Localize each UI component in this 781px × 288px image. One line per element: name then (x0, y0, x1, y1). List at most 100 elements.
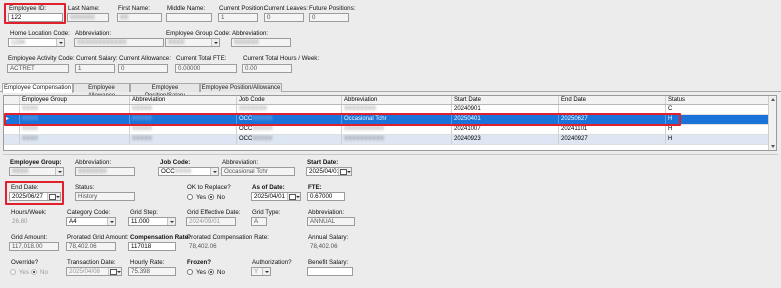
override-yes-radio[interactable] (10, 269, 16, 275)
employee-group-select[interactable]: XXXX (9, 167, 64, 176)
override-yes-label: Yes (19, 269, 30, 276)
override-no-radio[interactable] (31, 269, 37, 275)
column-header[interactable]: Start Date (452, 96, 559, 104)
current-allowance-label: Current Allowance: (119, 55, 171, 62)
ok-to-replace-no-radio[interactable] (208, 194, 214, 200)
home-abbreviation-field: XXXXXXXXXXXX (74, 38, 164, 47)
grid-effective-date-field: 2024/09/01 (186, 217, 236, 226)
chevron-down-icon[interactable] (210, 168, 218, 175)
start-date-label: Start Date: (307, 159, 339, 166)
hours-week-label: Hours/Week: (11, 209, 47, 216)
annual-salary-field: 78,402.06 (310, 243, 338, 250)
activity-code-label: Employee Activity Code: (8, 55, 75, 62)
calendar-icon[interactable] (338, 168, 351, 175)
middle-name-field[interactable] (166, 13, 212, 22)
table-row[interactable]: XXXX XXXXX OCCXXXXX XXXXXXXXXX 20240923 … (4, 135, 770, 145)
column-header[interactable]: Job Code (237, 96, 342, 104)
tab-employee-position-salary[interactable]: Employee Position/Salary (130, 83, 200, 99)
grid-type-field: A (251, 217, 267, 226)
column-header[interactable]: Status (666, 96, 770, 104)
compensation-rate-label: Compensation Rate: (130, 234, 191, 241)
grid-abbreviation-label: Abbreviation: (308, 209, 345, 216)
tab-employee-allowance[interactable]: Employee Allowance (73, 83, 130, 99)
current-total-hours-label: Current Total Hours / Week: (243, 55, 320, 62)
frozen-yes-radio[interactable] (187, 269, 193, 275)
category-code-label: Category Code: (67, 209, 111, 216)
category-code-select[interactable]: A4 (66, 217, 116, 226)
fte-label: FTE: (308, 184, 322, 191)
row-indicator-header (4, 96, 20, 104)
column-header[interactable]: Abbreviation (342, 96, 452, 104)
last-name-field[interactable]: XXXXXX (67, 13, 109, 22)
override-label: Override? (11, 259, 39, 266)
column-header[interactable]: Abbreviation (130, 96, 237, 104)
scroll-down-icon[interactable] (771, 145, 775, 148)
start-date-field[interactable]: 2025/04/01 (306, 167, 352, 176)
chevron-down-icon[interactable] (211, 39, 219, 46)
employee-group-code-select[interactable]: XXXX (165, 38, 220, 47)
scroll-up-icon[interactable] (771, 98, 775, 101)
frozen-yes-label: Yes (196, 269, 207, 276)
column-header[interactable]: End Date (559, 96, 666, 104)
frozen-no-radio[interactable] (208, 269, 214, 275)
as-of-date-field[interactable]: 2025/04/01 (251, 192, 301, 201)
chevron-down-icon[interactable] (55, 168, 63, 175)
grid-type-label: Grid Type: (252, 209, 281, 216)
calendar-icon[interactable] (287, 193, 300, 200)
hourly-rate-field: 75.398 (128, 267, 176, 276)
frozen-label: Frozen? (187, 259, 212, 266)
future-positions-label: Future Positions: (309, 5, 356, 12)
selected-row-highlight (4, 113, 681, 126)
tab-employee-position-allowance[interactable]: Employee Position/Allowance (200, 83, 282, 92)
future-positions-field: 0 (309, 13, 349, 22)
authorization-select: Y (251, 267, 271, 276)
authorization-label: Authorization? (252, 259, 292, 266)
current-total-fte-field: 0.00000 (175, 64, 237, 73)
home-location-label: Home Location Code: (10, 30, 70, 37)
grid-effective-date-label: Grid Effective Date: (187, 209, 241, 216)
current-allowance-field: 0 (118, 64, 168, 73)
last-name-label: Last Name: (68, 5, 100, 12)
employee-group-code-label: Employee Group Code: (166, 30, 231, 37)
job-code-select[interactable]: OCCXXXX (158, 167, 219, 176)
current-salary-field: 1 (75, 64, 115, 73)
chevron-down-icon[interactable] (56, 39, 64, 46)
benefit-salary-label: Benefit Salary: (308, 259, 349, 266)
group-abbreviation-field: XXXXXX (231, 38, 291, 47)
grid-scrollbar[interactable] (768, 96, 776, 150)
chevron-down-icon[interactable] (107, 218, 115, 225)
fte-field[interactable]: 0.67000 (307, 192, 345, 201)
ok-to-replace-yes-radio[interactable] (187, 194, 193, 200)
current-position-field: 1 (218, 13, 258, 22)
column-header[interactable]: Employee Group (20, 96, 130, 104)
end-date-highlight (5, 181, 64, 205)
home-location-select[interactable]: 1234 (8, 38, 65, 47)
frozen-no-label: No (217, 269, 225, 276)
current-total-fte-label: Current Total FTE: (176, 55, 227, 62)
current-leaves-field: 0 (264, 13, 304, 22)
calendar-icon (108, 268, 121, 275)
first-name-label: First Name: (118, 5, 150, 12)
chevron-down-icon[interactable] (167, 218, 175, 225)
first-name-field[interactable]: XX (117, 13, 162, 22)
grid-amount-label: Grid Amount: (11, 234, 48, 241)
grid-amount-field: 117,018.00 (9, 242, 59, 251)
tab-employee-compensation[interactable]: Employee Compensation (2, 83, 73, 93)
current-total-hours-field: 0.00 (242, 64, 292, 73)
ok-to-replace-label: OK to Replace? (187, 184, 231, 191)
grid-step-select[interactable]: 11.000 (128, 217, 176, 226)
benefit-salary-field[interactable] (307, 267, 353, 276)
employee-id-highlight (4, 3, 66, 24)
transaction-date-field: 2025/04/08 (66, 267, 122, 276)
middle-name-label: Middle Name: (167, 5, 206, 12)
section-divider (3, 154, 778, 155)
yes-label: Yes (196, 194, 207, 201)
table-row[interactable]: XXXX XXXXX OCCXXXXX XXXXXXXXXX 20241007 … (4, 125, 770, 135)
prorated-comp-rate-label: Prorated Compensation Rate: (187, 234, 269, 241)
current-position-label: Current Position: (219, 5, 266, 12)
employee-group-label: Employee Group: (10, 159, 62, 166)
group-abbreviation-detail-label: Abbreviation: (75, 159, 112, 166)
compensation-rate-field[interactable]: 117018 (128, 242, 176, 251)
job-abbreviation-field: Occasional Tchr (221, 167, 295, 176)
home-abbreviation-label: Abbreviation: (75, 30, 112, 37)
